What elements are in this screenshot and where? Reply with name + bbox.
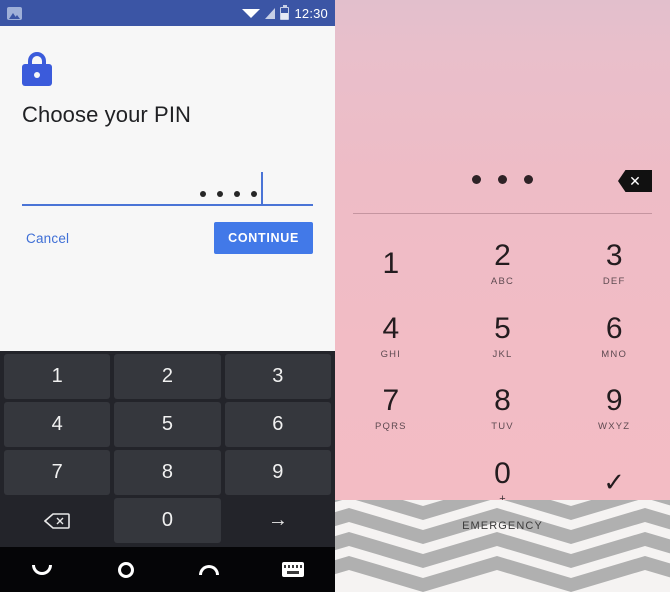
emergency-call-button[interactable]: EMERGENCY <box>335 520 670 532</box>
key-8[interactable]: 8 <box>114 450 221 495</box>
pin-setup-body: Choose your PIN Cancel CONTINUE <box>0 26 335 254</box>
pin-dot <box>498 175 507 184</box>
key-9[interactable]: 9 <box>224 450 331 495</box>
keypad-key-6[interactable]: 6 MNO <box>558 301 670 374</box>
keypad-key-1[interactable]: 1 <box>335 228 447 301</box>
keypad-number: 5 <box>494 311 511 345</box>
keypad-number: 4 <box>382 311 400 345</box>
keyboard-row: 0 → <box>2 498 333 543</box>
key-0[interactable]: 0 <box>114 498 221 543</box>
keypad-letters: MNO <box>601 348 628 360</box>
keypad-number: 2 <box>494 239 511 273</box>
pin-dot <box>234 191 240 197</box>
keypad-letters: ABC <box>490 276 515 288</box>
arrow-right-icon: → <box>267 509 288 531</box>
backspace-icon: ✕ <box>629 173 641 189</box>
chevron-wallpaper <box>335 500 670 592</box>
text-caret <box>261 172 263 204</box>
nav-back-button[interactable] <box>0 564 84 575</box>
keypad-letters: DEF <box>602 276 626 288</box>
keyboard-row: 7 8 9 <box>2 450 333 495</box>
key-5[interactable]: 5 <box>114 402 221 447</box>
keypad-number: 6 <box>605 311 623 345</box>
keypad-number: 1 <box>382 247 400 281</box>
keyboard-row: 4 5 6 <box>2 402 333 447</box>
back-icon <box>31 564 52 575</box>
signal-icon <box>265 7 276 19</box>
lock-icon <box>22 52 52 86</box>
status-bar: 12:30 <box>0 0 335 26</box>
key-3[interactable]: 3 <box>224 354 331 399</box>
image-notification-icon <box>7 6 22 20</box>
pin-dot <box>217 191 223 197</box>
keypad-number: 3 <box>605 239 623 273</box>
keypad-letters: GHI <box>380 348 402 360</box>
lockscreen-keypad: 1 2 ABC 3 DEF 4 GHI 5 JKL 6 MNO 7 PQRS 8… <box>335 228 670 518</box>
battery-icon <box>280 4 290 20</box>
navigation-bar <box>0 547 335 592</box>
nav-home-button[interactable] <box>84 561 168 578</box>
keypad-letters: JKL <box>492 348 513 360</box>
keypad-letters: WXYZ <box>598 421 631 433</box>
continue-button[interactable]: CONTINUE <box>214 222 313 254</box>
keypad-key-8[interactable]: 8 TUV <box>447 373 559 446</box>
key-7[interactable]: 7 <box>4 450 111 495</box>
pin-dot <box>524 175 533 184</box>
cancel-button[interactable]: Cancel <box>22 229 73 248</box>
status-bar-left <box>7 6 22 20</box>
backspace-icon <box>44 512 70 529</box>
lockscreen-divider <box>353 213 652 214</box>
keypad-key-5[interactable]: 5 JKL <box>447 301 559 374</box>
home-icon <box>117 561 134 578</box>
pin-dot <box>200 191 206 197</box>
chevron-pattern-svg <box>335 500 670 592</box>
keypad-letters: TUV <box>491 421 514 433</box>
right-phone-panel: ✕ 1 2 ABC 3 DEF 4 GHI 5 JKL 6 MNO 7 PQRS… <box>335 0 670 592</box>
numeric-keyboard: 1 2 3 4 5 6 7 8 9 0 → <box>0 351 335 547</box>
keypad-number: 8 <box>494 384 511 418</box>
nav-keyboard-switch-button[interactable] <box>251 562 335 577</box>
key-6[interactable]: 6 <box>224 402 331 447</box>
check-icon: ✓ <box>603 466 626 497</box>
keypad-key-7[interactable]: 7 PQRS <box>335 373 447 446</box>
status-bar-right: 12:30 <box>242 4 328 21</box>
keypad-key-4[interactable]: 4 GHI <box>335 301 447 374</box>
keyboard-row: 1 2 3 <box>2 354 333 399</box>
keypad-number: 0 <box>494 456 511 490</box>
pin-input[interactable] <box>22 166 313 206</box>
nav-recents-button[interactable] <box>168 564 252 575</box>
pin-dot <box>251 191 257 197</box>
recents-icon <box>199 564 220 575</box>
key-4[interactable]: 4 <box>4 402 111 447</box>
keypad-key-3[interactable]: 3 DEF <box>558 228 670 301</box>
key-1[interactable]: 1 <box>4 354 111 399</box>
status-bar-clock: 12:30 <box>294 5 328 21</box>
key-2[interactable]: 2 <box>114 354 221 399</box>
keypad-number: 9 <box>605 384 623 418</box>
key-enter[interactable]: → <box>225 498 331 543</box>
left-phone-panel: 12:30 Choose your PIN Cancel CONTINUE 1 … <box>0 0 335 592</box>
keypad-letters: PQRS <box>374 421 407 433</box>
pin-actions: Cancel CONTINUE <box>22 222 313 254</box>
keyboard-switch-icon <box>282 562 305 577</box>
pin-masked-dots <box>200 191 257 197</box>
wifi-icon <box>242 8 261 18</box>
dual-phone-screenshot: 12:30 Choose your PIN Cancel CONTINUE 1 … <box>0 0 670 592</box>
lockscreen-backspace-button[interactable]: ✕ <box>618 170 652 192</box>
key-backspace[interactable] <box>4 498 110 543</box>
pin-dot <box>472 175 481 184</box>
page-title: Choose your PIN <box>22 102 192 127</box>
keypad-key-2[interactable]: 2 ABC <box>447 228 559 301</box>
keypad-key-9[interactable]: 9 WXYZ <box>558 373 670 446</box>
keypad-number: 7 <box>382 384 400 418</box>
